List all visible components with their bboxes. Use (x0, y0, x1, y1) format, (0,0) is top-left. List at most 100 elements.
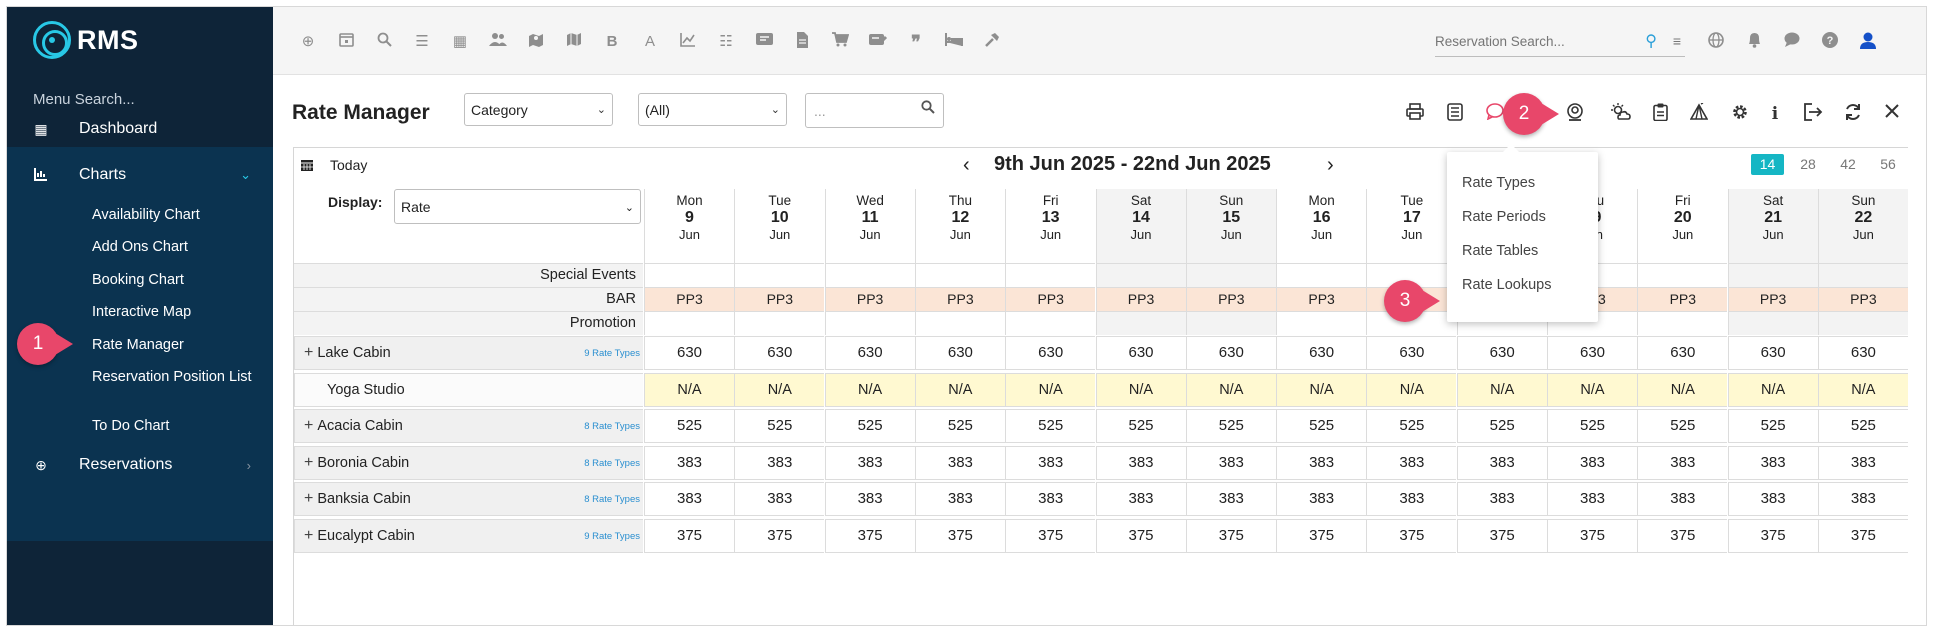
rate-cell[interactable]: 383 (1366, 482, 1457, 516)
rate-cell[interactable]: 525 (1547, 409, 1637, 443)
rate-cell[interactable]: 375 (1276, 519, 1367, 553)
gear-icon[interactable] (1729, 103, 1751, 125)
chat-icon[interactable] (1782, 32, 1802, 52)
quote-icon[interactable]: ❞ (906, 32, 926, 52)
calendar-icon[interactable] (336, 32, 356, 52)
rate-types-link[interactable]: 8 Rate Types (584, 484, 640, 516)
rate-cell[interactable] (1276, 311, 1367, 335)
sidebar-subitem-interactive-map[interactable]: Interactive Map (92, 303, 252, 322)
property-row-label[interactable]: + Lake Cabin 9 Rate Types (294, 336, 643, 370)
day-option-14[interactable]: 14 (1751, 154, 1784, 175)
rate-cell[interactable]: 383 (1727, 482, 1818, 516)
search-icon[interactable] (374, 32, 394, 52)
rate-cell[interactable]: 383 (1276, 446, 1367, 480)
reservation-search-input[interactable] (1435, 29, 1635, 53)
rate-cell[interactable]: N/A (1276, 373, 1367, 407)
bell-icon[interactable] (1744, 32, 1764, 52)
bold-icon[interactable]: B (602, 32, 622, 52)
rate-cell[interactable]: 375 (1547, 519, 1637, 553)
menu-item-rate-lookups[interactable]: Rate Lookups (1462, 277, 1551, 293)
id-card-icon[interactable] (754, 32, 774, 52)
font-icon[interactable]: A (640, 32, 660, 52)
export-icon[interactable] (1802, 103, 1824, 125)
sidebar-subitem-rate-manager[interactable]: Rate Manager (92, 336, 252, 355)
logo[interactable]: RMS (33, 21, 139, 59)
rate-cell[interactable]: 383 (1095, 446, 1186, 480)
rate-cell[interactable]: 525 (1276, 409, 1367, 443)
rate-cell[interactable] (824, 263, 915, 287)
rate-cell[interactable]: PP3 (1637, 287, 1728, 311)
day-option-56[interactable]: 56 (1868, 154, 1908, 175)
rate-cell[interactable]: 525 (914, 409, 1005, 443)
rate-cell[interactable]: 383 (1095, 482, 1186, 516)
rate-cell[interactable]: 383 (1727, 446, 1818, 480)
rate-cell[interactable]: N/A (1366, 373, 1457, 407)
rate-cell[interactable]: N/A (644, 373, 734, 407)
people-icon[interactable] (488, 32, 508, 52)
rate-cell[interactable] (1095, 263, 1186, 287)
rate-cell[interactable]: 630 (1095, 336, 1186, 370)
property-row-label[interactable]: + Acacia Cabin 8 Rate Types (294, 409, 643, 443)
expand-plus-icon[interactable]: + (304, 490, 313, 507)
rates-icon[interactable] (1564, 103, 1586, 125)
rate-cell[interactable]: 525 (824, 409, 915, 443)
rate-cell[interactable]: 525 (1727, 409, 1818, 443)
rate-cell[interactable]: 383 (1547, 482, 1637, 516)
search-icon[interactable]: ⚲ (1645, 31, 1657, 51)
menu-item-rate-periods[interactable]: Rate Periods (1462, 209, 1546, 225)
filter-lines-icon[interactable]: ≡ (1673, 33, 1681, 49)
rate-cell[interactable] (734, 263, 825, 287)
sliders-icon[interactable]: ☰ (412, 32, 432, 52)
rate-cell[interactable]: 375 (1727, 519, 1818, 553)
property-row-label[interactable]: + Boronia Cabin 8 Rate Types (294, 446, 643, 480)
checklist-icon[interactable] (1444, 103, 1466, 125)
property-row-label[interactable]: + Banksia Cabin 8 Rate Types (294, 482, 643, 516)
rate-cell[interactable] (914, 311, 1005, 335)
rate-cell[interactable]: 383 (1547, 446, 1637, 480)
rate-cell[interactable]: 375 (644, 519, 734, 553)
clipboard-icon[interactable] (1649, 103, 1671, 125)
rate-cell[interactable] (1727, 263, 1818, 287)
property-row-label[interactable]: Yoga Studio (294, 373, 643, 407)
rate-cell[interactable]: PP3 (824, 287, 915, 311)
day-option-42[interactable]: 42 (1828, 154, 1868, 175)
rate-cell[interactable]: 383 (1276, 482, 1367, 516)
rate-cell[interactable]: 630 (1547, 336, 1637, 370)
rate-cell[interactable]: 383 (824, 446, 915, 480)
rate-cell[interactable]: 383 (1005, 446, 1096, 480)
rate-cell[interactable]: 383 (644, 446, 734, 480)
rate-cell[interactable]: 375 (1005, 519, 1096, 553)
map-pin-icon[interactable] (526, 32, 546, 52)
hammer-icon[interactable] (982, 32, 1002, 52)
rate-cell[interactable]: PP3 (1095, 287, 1186, 311)
rate-cell[interactable]: PP3 (644, 287, 734, 311)
rate-cell[interactable]: PP3 (734, 287, 825, 311)
rate-cell[interactable]: PP3 (1005, 287, 1096, 311)
rate-cell[interactable]: 375 (1456, 519, 1547, 553)
print-icon[interactable] (1404, 103, 1426, 125)
rate-cell[interactable]: 383 (734, 482, 825, 516)
rate-cell[interactable]: 525 (644, 409, 734, 443)
rate-cell[interactable] (1185, 311, 1276, 335)
rate-cell[interactable]: 383 (1366, 446, 1457, 480)
today-button[interactable]: Today (300, 157, 367, 173)
rate-cell[interactable]: N/A (1456, 373, 1547, 407)
rate-cell[interactable]: N/A (1727, 373, 1818, 407)
rate-cell[interactable] (1005, 311, 1096, 335)
rate-types-link[interactable]: 9 Rate Types (584, 521, 640, 553)
help-icon[interactable]: ? (1820, 32, 1840, 52)
rate-cell[interactable]: N/A (1817, 373, 1908, 407)
rate-cell[interactable]: 525 (1095, 409, 1186, 443)
rate-cell[interactable] (1095, 311, 1186, 335)
sidebar-subitem-reservation-position-list[interactable]: Reservation Position List (92, 368, 252, 387)
rate-cell[interactable] (1727, 311, 1818, 335)
rate-cell[interactable]: 525 (1366, 409, 1457, 443)
rate-cell[interactable]: 630 (1727, 336, 1818, 370)
rate-cell[interactable] (1637, 311, 1728, 335)
menu-item-rate-types[interactable]: Rate Types (1462, 175, 1535, 191)
sidebar-subitem-availability-chart[interactable]: Availability Chart (92, 206, 252, 225)
all-select[interactable]: (All) ⌄ (638, 93, 787, 126)
rate-cell[interactable]: 630 (1005, 336, 1096, 370)
rate-cell[interactable]: N/A (1185, 373, 1276, 407)
day-option-28[interactable]: 28 (1788, 154, 1828, 175)
